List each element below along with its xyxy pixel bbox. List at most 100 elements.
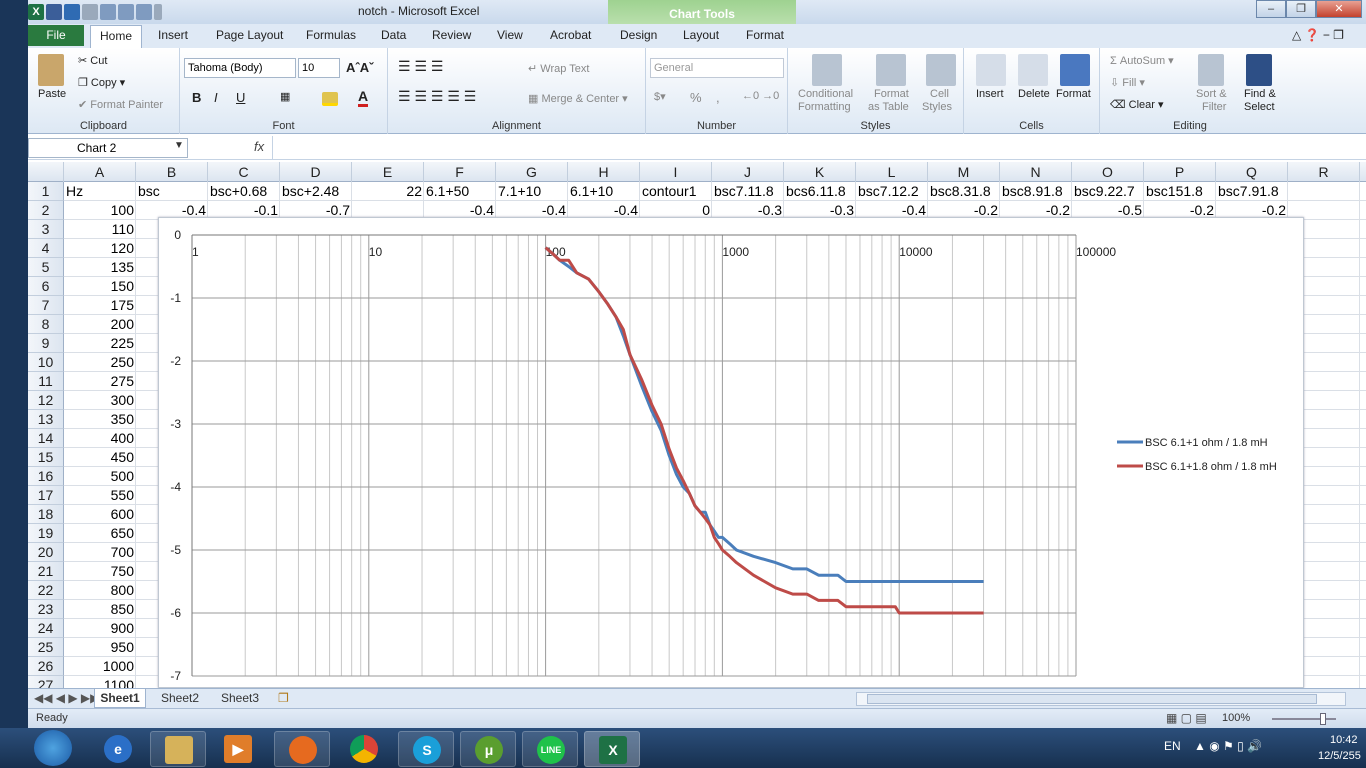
cell[interactable]: 100: [64, 201, 136, 220]
taskbar-ie[interactable]: e: [90, 731, 146, 767]
underline-button[interactable]: U: [236, 90, 245, 105]
cell[interactable]: contour1: [640, 182, 712, 201]
copy-button[interactable]: ❐ Copy ▾: [78, 76, 125, 89]
font-color-icon[interactable]: A: [358, 88, 369, 107]
clear-button[interactable]: ⌫ Clear ▾: [1110, 98, 1164, 111]
row-header-8[interactable]: 8: [28, 315, 64, 334]
layout-icon[interactable]: [136, 4, 152, 20]
row-header-17[interactable]: 17: [28, 486, 64, 505]
sort-filter-line2[interactable]: Filter: [1202, 101, 1226, 113]
row-header-3[interactable]: 3: [28, 220, 64, 239]
save-icon[interactable]: [46, 4, 62, 20]
chart-icon[interactable]: [100, 4, 116, 20]
bold-button[interactable]: B: [192, 90, 201, 105]
tab-insert[interactable]: Insert: [158, 28, 188, 42]
column-header-k[interactable]: K: [784, 162, 856, 182]
sheet-tab-1[interactable]: Sheet1: [94, 689, 146, 708]
sort-filter-line1[interactable]: Sort &: [1196, 88, 1227, 100]
format-cells-button[interactable]: Format: [1056, 88, 1091, 100]
row-header-20[interactable]: 20: [28, 543, 64, 562]
row-header-26[interactable]: 26: [28, 657, 64, 676]
currency-icon[interactable]: $▾: [654, 90, 666, 103]
zoom-level[interactable]: 100%: [1222, 712, 1250, 724]
taskbar-explorer[interactable]: [150, 731, 206, 767]
row-header-27[interactable]: 27: [28, 676, 64, 688]
minimize-button[interactable]: –: [1256, 0, 1286, 18]
chart-object[interactable]: 1 10 100 1000 10000 100000 0 -1 -2 -3 -4 -5 -6 -7 BSC…: [158, 217, 1304, 688]
chevron-down-icon[interactable]: ▼: [174, 140, 184, 151]
cell[interactable]: bsc: [136, 182, 208, 201]
cell[interactable]: bsc8.91.8: [1000, 182, 1072, 201]
row-header-13[interactable]: 13: [28, 410, 64, 429]
cell[interactable]: 650: [64, 524, 136, 543]
tab-design[interactable]: Design: [620, 28, 657, 42]
fx-icon[interactable]: fx: [254, 139, 264, 154]
excel-app-icon[interactable]: X: [28, 4, 44, 20]
cell[interactable]: 7.1+10: [496, 182, 568, 201]
redo-icon[interactable]: [82, 4, 98, 20]
borders-icon[interactable]: ▦: [280, 90, 290, 103]
sheet-nav-icon[interactable]: ◀◀ ◀ ▶ ▶▶: [34, 689, 99, 708]
column-header-d[interactable]: D: [280, 162, 352, 182]
taskbar-line[interactable]: LINE: [522, 731, 578, 767]
column-header-a[interactable]: A: [64, 162, 136, 182]
decimal-icon[interactable]: ←0 →0: [742, 90, 779, 102]
tray-icons[interactable]: ▲ ◉ ⚑ ▯ 🔊: [1194, 739, 1262, 753]
chart-type-icon[interactable]: [118, 4, 134, 20]
cell[interactable]: 6.1+50: [424, 182, 496, 201]
cell-styles-line2[interactable]: Styles: [922, 101, 952, 113]
start-button[interactable]: [34, 730, 72, 766]
delete-cells-icon[interactable]: [1018, 54, 1048, 86]
tab-layout[interactable]: Layout: [683, 28, 719, 42]
new-sheet-icon[interactable]: ❐: [278, 689, 289, 708]
cell[interactable]: 1000: [64, 657, 136, 676]
cell[interactable]: bsc9.22.7: [1072, 182, 1144, 201]
select-all-corner[interactable]: [28, 162, 64, 182]
column-header-m[interactable]: M: [928, 162, 1000, 182]
row-header-10[interactable]: 10: [28, 353, 64, 372]
horizontal-scrollbar[interactable]: [856, 692, 1346, 706]
cell[interactable]: bsc151.8: [1144, 182, 1216, 201]
customize-qat-icon[interactable]: [154, 4, 162, 20]
row-header-9[interactable]: 9: [28, 334, 64, 353]
cell[interactable]: 250: [64, 353, 136, 372]
column-header-r[interactable]: R: [1288, 162, 1360, 182]
fill-button[interactable]: ⇩ Fill ▾: [1110, 76, 1145, 89]
sheet-tab-3[interactable]: Sheet3: [214, 689, 266, 708]
fill-color-icon[interactable]: [322, 92, 338, 106]
cell[interactable]: 550: [64, 486, 136, 505]
align-top-icon[interactable]: ☰ ☰ ☰: [398, 58, 443, 75]
cell[interactable]: 400: [64, 429, 136, 448]
cell[interactable]: bsc7.91.8: [1216, 182, 1288, 201]
help-icon[interactable]: △ ❓ − ❐: [1292, 28, 1344, 42]
row-header-19[interactable]: 19: [28, 524, 64, 543]
column-header-c[interactable]: C: [208, 162, 280, 182]
taskbar-firefox[interactable]: [274, 731, 330, 767]
column-header-e[interactable]: E: [352, 162, 424, 182]
column-header-i[interactable]: I: [640, 162, 712, 182]
row-header-16[interactable]: 16: [28, 467, 64, 486]
clock-time[interactable]: 10:42: [1330, 734, 1358, 746]
delete-cells-button[interactable]: Delete: [1018, 88, 1050, 100]
cell[interactable]: 850: [64, 600, 136, 619]
cell[interactable]: bsc+0.68: [208, 182, 280, 201]
grow-font-icon[interactable]: AˆAˇ: [346, 60, 373, 75]
row-header-23[interactable]: 23: [28, 600, 64, 619]
row-header-21[interactable]: 21: [28, 562, 64, 581]
taskbar-media[interactable]: ▶: [210, 731, 266, 767]
cell[interactable]: 1100: [64, 676, 136, 688]
find-select-line1[interactable]: Find &: [1244, 88, 1276, 100]
scrollbar-thumb[interactable]: [867, 694, 1317, 704]
format-as-table-line2[interactable]: as Table: [868, 101, 909, 113]
paste-icon[interactable]: [38, 54, 64, 86]
row-header-25[interactable]: 25: [28, 638, 64, 657]
binoculars-icon[interactable]: [1246, 54, 1272, 86]
cell[interactable]: 110: [64, 220, 136, 239]
format-as-table-icon[interactable]: [876, 54, 906, 86]
row-header-5[interactable]: 5: [28, 258, 64, 277]
format-as-table-line1[interactable]: Format: [874, 88, 909, 100]
conditional-formatting-line1[interactable]: Conditional: [798, 88, 853, 100]
cell-styles-icon[interactable]: [926, 54, 956, 86]
find-select-line2[interactable]: Select: [1244, 101, 1275, 113]
conditional-formatting-line2[interactable]: Formatting: [798, 101, 851, 113]
